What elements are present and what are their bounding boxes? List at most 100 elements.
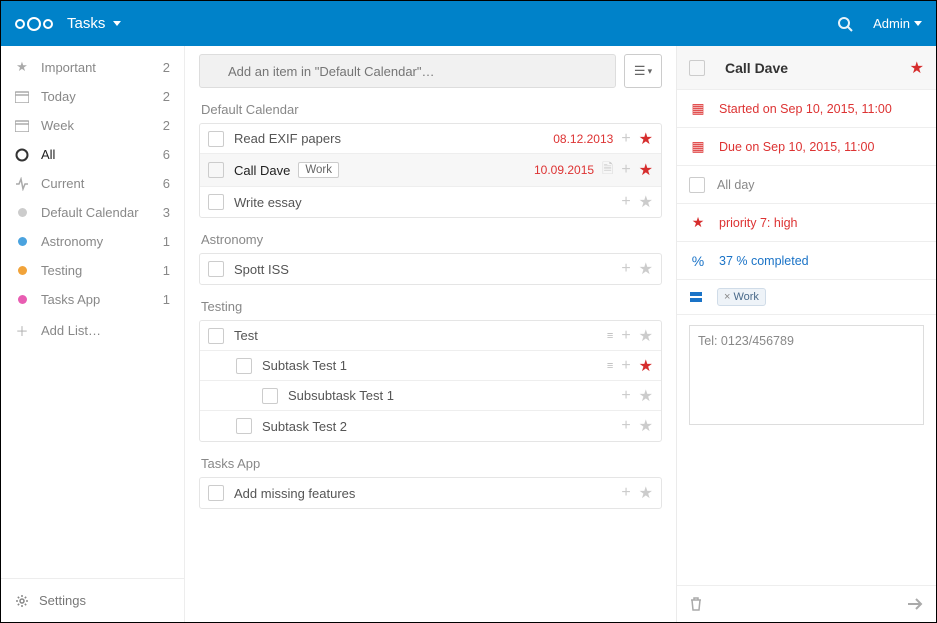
chevron-down-icon: ▾	[648, 66, 653, 77]
section-title: Tasks App	[201, 456, 662, 471]
section-title: Testing	[201, 299, 662, 314]
add-subtask-icon[interactable]: +	[621, 327, 630, 345]
task-checkbox[interactable]	[236, 358, 252, 374]
detail-start-date[interactable]: ▦ Started on Sep 10, 2015, 11:00	[677, 90, 936, 128]
sidebar-item-label: Add List…	[41, 323, 101, 338]
sidebar-item-week[interactable]: Week 2	[1, 111, 184, 140]
app-name-label: Tasks	[67, 15, 105, 32]
sidebar-settings[interactable]: Settings	[1, 578, 184, 622]
task-checkbox[interactable]	[262, 388, 278, 404]
star-icon[interactable]: ★	[639, 386, 653, 406]
star-icon[interactable]: ★	[639, 356, 653, 376]
star-icon[interactable]: ★	[910, 58, 924, 78]
sidebar-item-count: 3	[163, 205, 170, 220]
task-row[interactable]: Write essay + ★	[200, 187, 661, 217]
main-content: ☰ ▾ Default CalendarRead EXIF papers08.1…	[185, 46, 676, 622]
task-row[interactable]: Test ≡ + ★	[200, 321, 661, 351]
calendar-icon	[13, 120, 31, 132]
task-title: Write essay	[234, 195, 302, 210]
detail-completed[interactable]: % 37 % completed	[677, 242, 936, 280]
sidebar: ★ Important 2 Today 2 Week 2 All 6 Curre…	[1, 46, 185, 622]
sidebar-item-label: All	[41, 147, 55, 162]
sidebar-item-label: Today	[41, 89, 76, 104]
detail-start-text: Started on Sep 10, 2015, 11:00	[719, 102, 892, 116]
star-icon[interactable]: ★	[639, 483, 653, 503]
user-menu[interactable]: Admin	[873, 16, 922, 31]
task-complete-checkbox[interactable]	[689, 60, 705, 76]
app-header: Tasks Admin	[1, 1, 936, 46]
sidebar-item-testing[interactable]: Testing 1	[1, 256, 184, 285]
add-subtask-icon[interactable]: +	[621, 387, 630, 405]
task-row[interactable]: Read EXIF papers08.12.2013+★	[200, 124, 661, 154]
sidebar-item-current[interactable]: Current 6	[1, 169, 184, 198]
sidebar-item-count: 2	[163, 118, 170, 133]
add-subtask-icon[interactable]: +	[621, 130, 630, 148]
task-date: 10.09.2015	[534, 163, 594, 177]
sidebar-add-list[interactable]: ＋ Add List…	[1, 314, 184, 347]
task-row[interactable]: Spott ISS + ★	[200, 254, 661, 284]
app-menu[interactable]: Tasks	[67, 15, 121, 32]
task-title: Read EXIF papers	[234, 131, 341, 146]
detail-notes-text: Tel: 0123/456789	[698, 334, 794, 348]
task-title: Subtask Test 2	[262, 419, 347, 434]
task-checkbox[interactable]	[208, 194, 224, 210]
add-subtask-icon[interactable]: +	[621, 417, 630, 435]
task-group: Test≡+★Subtask Test 1≡+★Subsubtask Test …	[199, 320, 662, 442]
task-row[interactable]: Subsubtask Test 1+★	[200, 381, 661, 411]
star-icon[interactable]: ★	[639, 416, 653, 436]
sidebar-item-all[interactable]: All 6	[1, 140, 184, 169]
star-icon[interactable]: ★	[639, 192, 653, 212]
tag-chip[interactable]: ×Work	[717, 288, 766, 306]
add-subtask-icon[interactable]: +	[621, 193, 630, 211]
add-task-input[interactable]	[199, 54, 616, 88]
detail-notes[interactable]: Tel: 0123/456789	[689, 325, 924, 425]
task-checkbox[interactable]	[208, 162, 224, 178]
task-row[interactable]: Add missing features+★	[200, 478, 661, 508]
sidebar-item-astronomy[interactable]: Astronomy 1	[1, 227, 184, 256]
add-subtask-icon[interactable]: +	[621, 484, 630, 502]
calendar-dot-icon	[13, 237, 31, 246]
task-title: Call Dave	[234, 163, 290, 178]
search-icon[interactable]	[837, 16, 853, 32]
task-checkbox[interactable]	[208, 131, 224, 147]
sidebar-item-important[interactable]: ★ Important 2	[1, 52, 184, 82]
detail-allday[interactable]: All day	[677, 166, 936, 204]
calendar-icon: ▦	[689, 100, 707, 117]
detail-due-date[interactable]: ▦ Due on Sep 10, 2015, 11:00	[677, 128, 936, 166]
trash-icon[interactable]	[689, 596, 703, 612]
detail-tags[interactable]: ×Work	[677, 280, 936, 315]
task-title: Test	[234, 328, 258, 343]
star-icon[interactable]: ★	[639, 129, 653, 149]
calendar-icon	[13, 91, 31, 103]
task-title: Spott ISS	[234, 262, 289, 277]
sort-icon[interactable]: ≡	[607, 330, 613, 342]
add-subtask-icon[interactable]: +	[621, 357, 630, 375]
allday-checkbox[interactable]	[689, 177, 705, 193]
sidebar-item-default-calendar[interactable]: Default Calendar 3	[1, 198, 184, 227]
task-row[interactable]: Call DaveWork10.09.2015🗎+★	[200, 154, 661, 187]
sidebar-item-tasks-app[interactable]: Tasks App 1	[1, 285, 184, 314]
chevron-down-icon	[914, 21, 922, 26]
chevron-down-icon	[113, 21, 121, 26]
pulse-icon	[13, 177, 31, 191]
sidebar-item-today[interactable]: Today 2	[1, 82, 184, 111]
star-icon[interactable]: ★	[639, 259, 653, 279]
task-checkbox[interactable]	[236, 418, 252, 434]
task-row[interactable]: Subtask Test 2 + ★	[200, 411, 661, 441]
sort-button[interactable]: ☰ ▾	[624, 54, 662, 88]
add-subtask-icon[interactable]: +	[621, 161, 630, 179]
task-checkbox[interactable]	[208, 261, 224, 277]
sidebar-item-count: 2	[163, 89, 170, 104]
sidebar-item-label: Testing	[41, 263, 82, 278]
sort-icon[interactable]: ≡	[607, 360, 613, 372]
add-subtask-icon[interactable]: +	[621, 260, 630, 278]
task-row[interactable]: Subtask Test 1≡+★	[200, 351, 661, 381]
star-icon[interactable]: ★	[639, 326, 653, 346]
task-group: Add missing features+★	[199, 477, 662, 509]
task-checkbox[interactable]	[208, 485, 224, 501]
task-checkbox[interactable]	[208, 328, 224, 344]
star-icon[interactable]: ★	[639, 160, 653, 180]
detail-priority[interactable]: ★ priority 7: high	[677, 204, 936, 242]
sidebar-item-label: Astronomy	[41, 234, 103, 249]
arrow-right-icon[interactable]	[906, 597, 924, 611]
